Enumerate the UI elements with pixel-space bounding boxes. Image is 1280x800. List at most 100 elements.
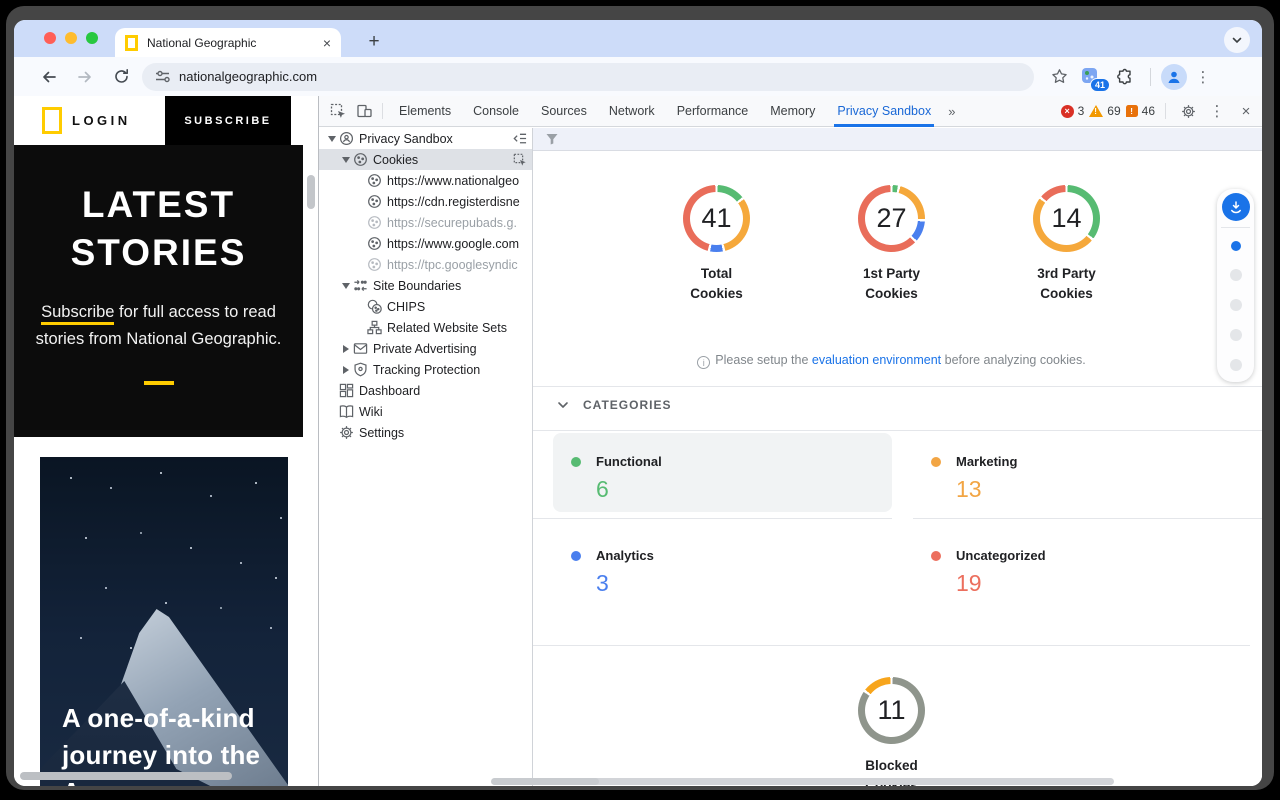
star-icon — [1051, 68, 1068, 85]
subscribe-button[interactable]: SUBSCRIBE — [165, 96, 291, 145]
inspect-icon[interactable] — [511, 151, 528, 168]
expand-arrow-down[interactable] — [339, 157, 352, 163]
blocked-cookies-donut: 11BlockedCookies — [832, 677, 952, 786]
natgeo-logo[interactable] — [42, 107, 62, 134]
tree-item-tracking-protection[interactable]: Tracking Protection — [319, 359, 532, 380]
category-card-uncategorized[interactable]: Uncategorized19 — [913, 527, 1252, 606]
devtools-close-button[interactable]: × — [1234, 99, 1258, 123]
page-dot-4[interactable] — [1230, 359, 1242, 371]
puzzle-icon — [1116, 68, 1134, 86]
devtools-tab-elements[interactable]: Elements — [388, 96, 462, 127]
tracking-protection-icon — [352, 362, 368, 378]
browser-tab[interactable]: National Geographic × — [115, 28, 341, 57]
person-icon — [1166, 69, 1182, 85]
filter-funnel-icon[interactable] — [545, 132, 559, 146]
hero-headline: LATEST STORIES — [14, 181, 303, 277]
tree-item-https-www-nationalgeo[interactable]: https://www.nationalgeo — [319, 170, 532, 191]
download-report-button[interactable] — [1222, 193, 1250, 221]
devtools-settings-button[interactable] — [1176, 99, 1200, 123]
inspect-element-button[interactable] — [325, 99, 351, 123]
tree-item-cookies[interactable]: Cookies — [319, 149, 532, 170]
tree-horizontal-scrollbar[interactable] — [491, 778, 599, 785]
site-info-icon[interactable] — [154, 68, 171, 85]
category-card-analytics[interactable]: Analytics3 — [553, 527, 892, 606]
extensions-button[interactable] — [1110, 62, 1140, 92]
tree-item-private-advertising[interactable]: Private Advertising — [319, 338, 532, 359]
reload-icon — [113, 68, 130, 85]
tree-item-site-boundaries[interactable]: Site Boundaries — [319, 275, 532, 296]
close-window-button[interactable] — [44, 32, 56, 44]
collapse-panel-icon[interactable] — [511, 130, 528, 147]
page-dot-1[interactable] — [1230, 269, 1242, 281]
tree-item-wiki[interactable]: Wiki — [319, 401, 532, 422]
page-dot-3[interactable] — [1230, 329, 1242, 341]
devtools-tab-memory[interactable]: Memory — [759, 96, 826, 127]
expand-arrow-down[interactable] — [339, 283, 352, 289]
more-tabs-button[interactable]: » — [942, 104, 959, 119]
profile-avatar[interactable] — [1161, 64, 1187, 90]
traffic-lights — [44, 32, 98, 44]
devtools-menu-button[interactable]: ⋮ — [1205, 99, 1229, 123]
tree-item-https-cdn-registerdisne[interactable]: https://cdn.registerdisne — [319, 191, 532, 212]
tree-item-related-website-sets[interactable]: Related Website Sets — [319, 317, 532, 338]
evaluation-environment-link[interactable]: evaluation environment — [812, 353, 941, 367]
story-card[interactable]: A one-of-a-kind journey into the Amazon — [40, 457, 288, 786]
category-card-marketing[interactable]: Marketing13 — [913, 433, 1252, 512]
issues-badge[interactable]: !46 — [1126, 104, 1155, 118]
new-tab-button[interactable]: + — [360, 28, 388, 56]
natgeo-favicon — [125, 35, 138, 51]
forward-button[interactable] — [70, 62, 100, 92]
donut-ring: 27 — [858, 185, 925, 252]
devtools-tab-sources[interactable]: Sources — [530, 96, 598, 127]
floating-action-panel — [1217, 189, 1254, 382]
tree-item-chips[interactable]: CHIPS — [319, 296, 532, 317]
tabbar-divider — [382, 103, 383, 119]
tree-item-https-securepubads-g[interactable]: https://securepubads.g. — [319, 212, 532, 233]
back-button[interactable] — [34, 62, 64, 92]
extension-badge-count: 41 — [1090, 78, 1110, 92]
tab-search-chevron-button[interactable] — [1224, 27, 1250, 53]
hero-promo-text: Subscribe for full access to read storie… — [23, 299, 295, 353]
stars-decoration — [70, 477, 72, 479]
category-dot — [571, 551, 581, 561]
cookie-icon — [352, 152, 368, 168]
main-horizontal-scrollbar[interactable] — [533, 778, 1114, 785]
forward-arrow-icon — [76, 68, 94, 86]
categories-header[interactable]: CATEGORIES — [557, 398, 671, 412]
tree-item-privacy-sandbox[interactable]: Privacy Sandbox — [319, 128, 532, 149]
yellow-divider — [144, 381, 174, 385]
page-dot-2[interactable] — [1230, 299, 1242, 311]
device-toolbar-button[interactable] — [351, 99, 377, 123]
address-bar[interactable]: nationalgeographic.com — [142, 63, 1034, 91]
devtools-tab-privacy-sandbox[interactable]: Privacy Sandbox — [826, 96, 942, 127]
expand-arrow-right[interactable] — [339, 366, 352, 374]
devtools-tab-performance[interactable]: Performance — [666, 96, 760, 127]
expand-arrow-right[interactable] — [339, 345, 352, 353]
site-horizontal-scrollbar[interactable] — [20, 772, 232, 780]
error-badge[interactable]: ×3 — [1061, 104, 1085, 118]
reload-button[interactable] — [106, 62, 136, 92]
bookmark-button[interactable] — [1044, 62, 1074, 92]
login-link[interactable]: LOGIN — [72, 113, 131, 128]
warning-badge[interactable]: !69 — [1089, 104, 1120, 118]
zoom-window-button[interactable] — [86, 32, 98, 44]
browser-window: National Geographic × + nationalgeograph… — [14, 20, 1262, 786]
tree-item-settings[interactable]: Settings — [319, 422, 532, 443]
expand-arrow-down[interactable] — [325, 136, 338, 142]
minimize-window-button[interactable] — [65, 32, 77, 44]
tree-item-dashboard[interactable]: Dashboard — [319, 380, 532, 401]
devtools-tab-network[interactable]: Network — [598, 96, 666, 127]
tree-item-https-www-google-com[interactable]: https://www.google.com — [319, 233, 532, 254]
privacy-sandbox-extension-button[interactable]: 41 — [1080, 66, 1104, 88]
category-card-functional[interactable]: Functional6 — [553, 433, 892, 512]
browser-menu-button[interactable]: ⋮ — [1193, 68, 1213, 86]
devtools-tab-console[interactable]: Console — [462, 96, 530, 127]
site-vertical-scrollbar[interactable] — [307, 175, 315, 209]
tree-item-label: https://www.google.com — [387, 237, 519, 251]
tab-close-icon[interactable]: × — [323, 36, 331, 50]
subscribe-text-link[interactable]: Subscribe — [41, 303, 114, 325]
devtools-tabbar: ElementsConsoleSourcesNetworkPerformance… — [319, 96, 1262, 127]
page-dot-0-active[interactable] — [1231, 241, 1241, 251]
tree-item-label: Tracking Protection — [373, 363, 480, 377]
tree-item-https-tpc-googlesyndic[interactable]: https://tpc.googlesyndic — [319, 254, 532, 275]
